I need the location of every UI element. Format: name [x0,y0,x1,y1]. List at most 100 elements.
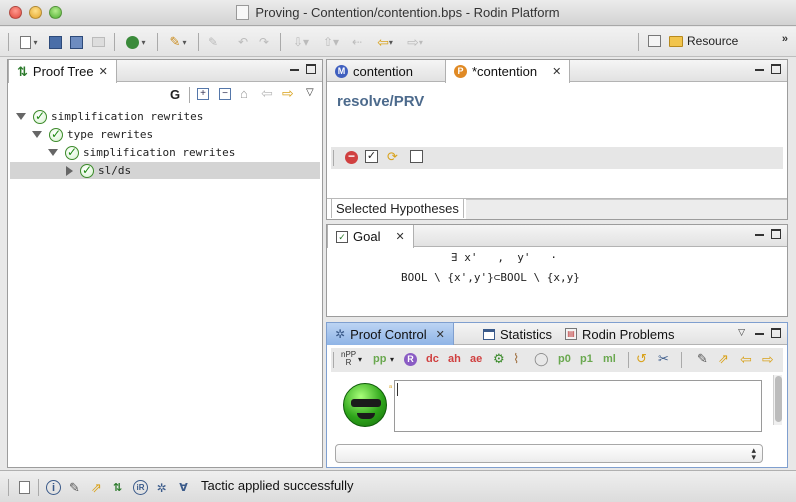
scrollbar[interactable] [773,375,782,425]
undo-icon: ↶ [237,35,249,49]
save-button[interactable] [47,33,63,51]
collapsed-arrow-icon[interactable] [66,165,73,176]
forward-button[interactable]: ⇨ ▾ [402,33,428,51]
proof-skeleton-icon[interactable]: ✲ [154,480,169,495]
tactic-icon[interactable]: ∀ [176,480,191,495]
close-icon[interactable]: ✕ [395,230,404,243]
print-button[interactable] [90,33,106,51]
redo-button[interactable]: ↷ [256,33,272,51]
tab-proof-tree[interactable]: ⇅ Proof Tree ✕ [8,60,117,83]
maximize-icon[interactable] [771,327,781,338]
last-edit-button[interactable]: ⇠ [348,33,366,51]
p0-tactic-button[interactable]: p0 [558,351,571,367]
pp-tactic-button[interactable]: pp [373,351,386,367]
close-icon[interactable]: ✕ [436,328,445,341]
scissors-icon[interactable]: ✂ [658,351,669,367]
tree-node-selected[interactable]: sl/ds [10,162,320,179]
new-wizard-button[interactable]: ▾ [16,33,42,51]
run-button[interactable]: ▾ [122,33,150,51]
maximize-icon[interactable] [306,64,316,74]
ir-icon[interactable]: iR [133,480,148,495]
tab-label: *contention [472,64,538,79]
back-button[interactable]: ⇦ ▾ [372,33,398,51]
goal-predicate-line1[interactable]: ∃ x' , y' · [451,251,557,264]
npp-tactic-button[interactable]: nPP R [341,351,356,367]
info-icon[interactable]: i [46,480,61,495]
fast-view-icon[interactable] [17,480,32,495]
save-all-button[interactable] [68,33,84,51]
maximize-icon[interactable] [771,229,781,239]
dc-tactic-button[interactable]: dc [426,351,439,367]
rewrite-tactic-button[interactable]: R [404,351,417,367]
goal-filter-button[interactable]: G [170,87,180,102]
deselect-checkbox[interactable] [410,150,423,163]
toolbar-overflow-chevron[interactable]: » [782,33,788,45]
collapse-all-icon[interactable]: − [219,88,231,100]
refresh-icon[interactable]: ⟳ [387,149,398,165]
tab-selected-hypotheses[interactable]: Selected Hypotheses [331,198,464,218]
tree-node[interactable]: simplification rewrites [16,108,203,125]
tree-node[interactable]: type rewrites [32,126,153,143]
proof-tree-icon[interactable]: ⇅ [110,480,125,495]
next-po-arrow-icon[interactable]: ⇨ [762,351,774,367]
toolbar-separator [8,479,9,496]
expanded-arrow-icon[interactable] [48,149,58,156]
pp-dropdown[interactable]: ▾ [390,351,394,367]
notes-icon[interactable]: ✎ [67,480,82,495]
tab-proof-control[interactable]: ✲ Proof Control ✕ [327,323,454,345]
perspective-switcher[interactable]: Resource [648,34,738,48]
problems-icon: ▤ [565,328,577,340]
close-icon[interactable]: ✕ [99,65,108,78]
back-arrow-icon[interactable]: ⇦ [261,85,273,102]
tactic-history-combo[interactable]: ▴ ▾ [335,444,763,463]
select-all-checkbox[interactable]: ✓ [365,150,378,163]
maximize-icon[interactable] [771,64,781,74]
forward-arrow-icon[interactable]: ⇨ [282,85,294,102]
expanded-arrow-icon[interactable] [16,113,26,120]
view-menu-icon[interactable]: ▽ [306,87,314,98]
export-icon[interactable]: ⇗ [89,480,104,495]
tab-statistics[interactable]: Statistics [475,323,560,345]
tree-node[interactable]: simplification rewrites [48,144,235,161]
perspective-resource[interactable]: Resource [687,34,738,48]
selected-hypotheses-label: Selected Hypotheses [336,201,459,216]
scrollbar-thumb[interactable] [775,376,782,422]
npp-dropdown[interactable]: ▾ [358,351,362,367]
close-icon[interactable]: ✕ [552,65,561,78]
tab-contention-proof[interactable]: P *contention ✕ [445,60,571,83]
edit-button[interactable]: ✎ [205,33,221,51]
previous-po-arrow-icon[interactable]: ⇦ [740,351,752,367]
minimize-icon[interactable] [755,328,765,338]
view-menu-icon[interactable]: ▽ [738,327,745,338]
tab-rodin-problems[interactable]: ▤ Rodin Problems [557,323,683,345]
tab-contention-machine[interactable]: M contention [327,60,445,82]
remove-hypothesis-icon[interactable]: − [345,150,358,164]
expanded-arrow-icon[interactable] [32,131,42,138]
tactic-input-area[interactable] [394,380,762,432]
open-perspective-icon[interactable] [648,35,661,47]
goal-predicate-line2[interactable]: BOOL \ {x',y'}⊂BOOL \ {x,y} [401,271,580,284]
proof-tree-tabbar: ⇅ Proof Tree ✕ [8,60,322,83]
prune-icon[interactable]: ↺ [636,351,647,367]
tools-button[interactable]: ✎ ▾ [165,33,191,51]
minimize-icon[interactable] [755,64,765,74]
ml-tactic-button[interactable]: ml [603,351,616,367]
ah-tactic-button[interactable]: ah [448,351,461,367]
expand-all-icon[interactable]: + [197,88,209,100]
lasso-icon[interactable]: ◯ [534,351,549,367]
undo-button[interactable]: ↶ [235,33,251,51]
broom-icon[interactable]: ⌇ [513,351,519,367]
ae-tactic-button[interactable]: ae [470,351,482,367]
minimize-icon[interactable] [290,64,300,74]
robot-icon[interactable]: ⚙ [493,351,505,367]
export-icon[interactable]: ⇗ [718,351,729,367]
tab-goal[interactable]: ✓ Goal ✕ [327,225,414,248]
new-file-icon [20,35,32,49]
home-icon[interactable]: ⌂ [240,86,248,101]
next-annotation-button[interactable]: ⇩▾ [288,33,314,51]
prev-annotation-button[interactable]: ⇧▾ [318,33,344,51]
minimize-icon[interactable] [755,229,765,239]
p1-tactic-button[interactable]: p1 [580,351,593,367]
edit-note-icon[interactable]: ✎ [697,351,708,367]
combo-arrows-icon: ▴ ▾ [751,445,756,462]
